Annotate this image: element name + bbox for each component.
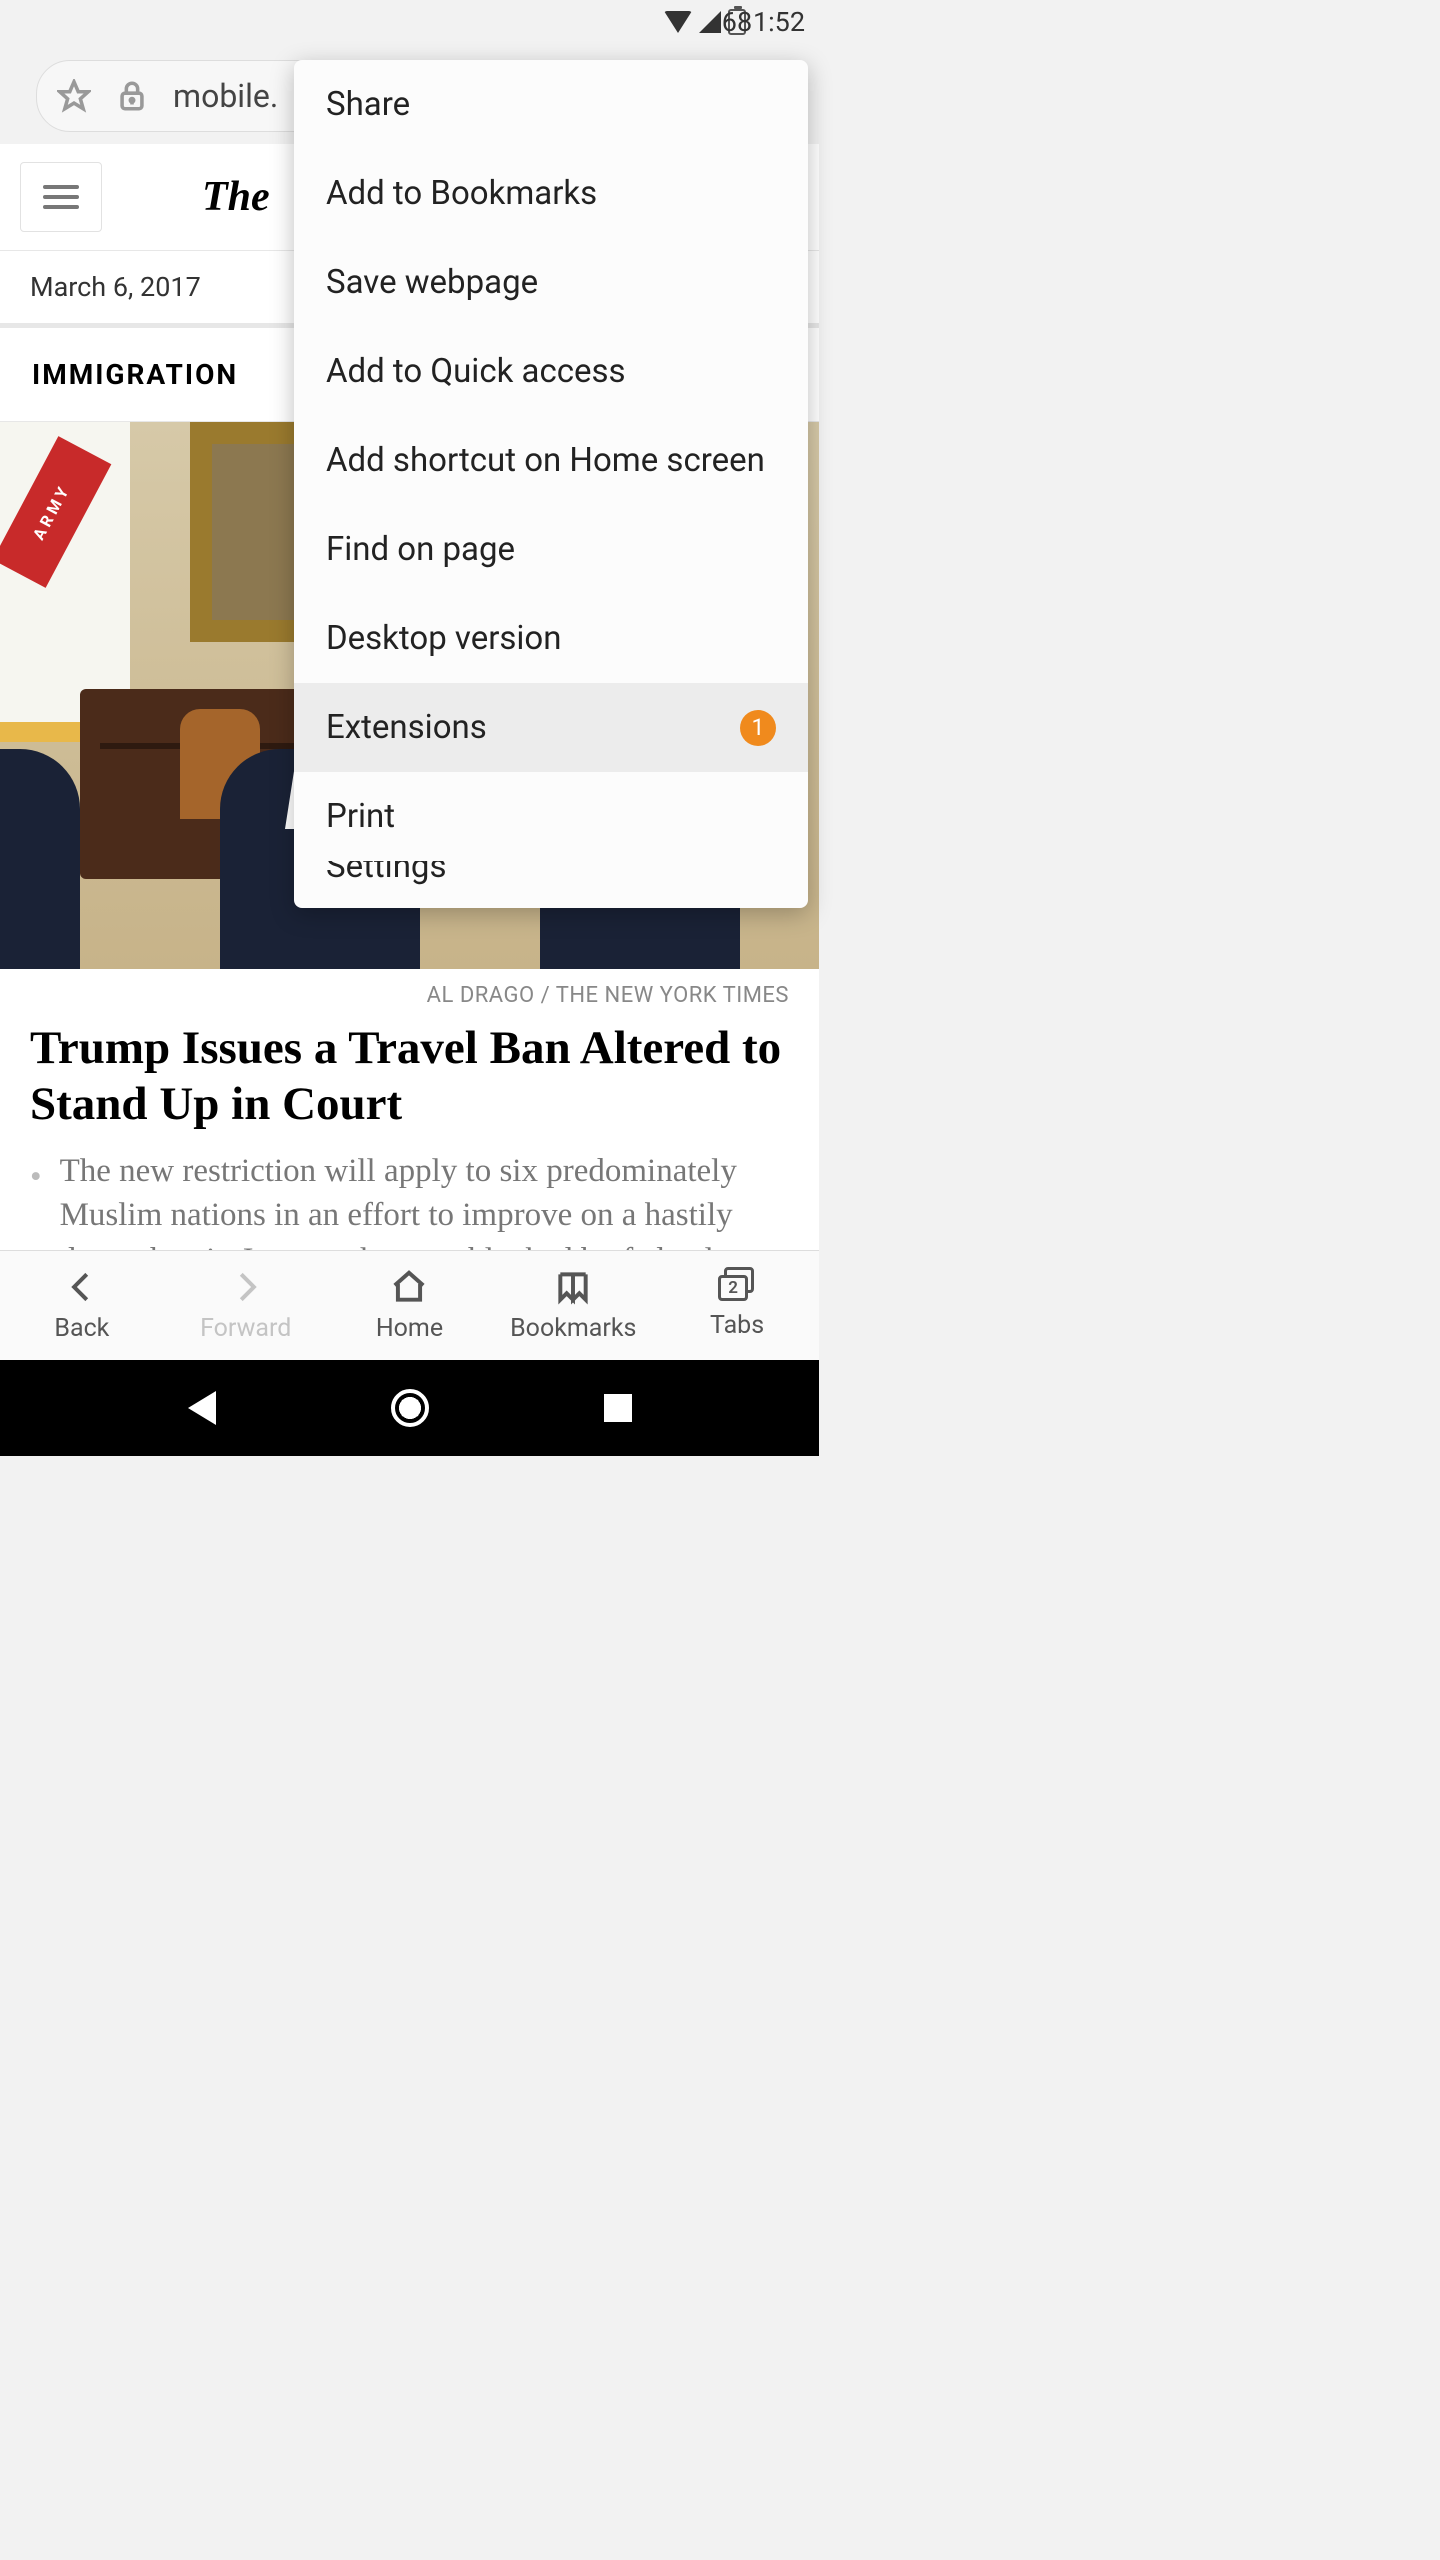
status-bar: 68 1:52 — [0, 0, 819, 44]
lock-icon — [115, 79, 149, 113]
chevron-right-icon — [227, 1268, 265, 1306]
signal-icon — [699, 11, 721, 33]
flag-text: ARMY — [0, 436, 111, 588]
system-recent-button[interactable] — [604, 1394, 632, 1422]
menu-item-quick-access[interactable]: Add to Quick access — [294, 327, 808, 416]
extensions-badge: 1 — [740, 710, 776, 746]
url-text[interactable]: mobile. — [173, 77, 278, 115]
star-icon[interactable] — [57, 79, 91, 113]
home-button[interactable]: Home — [328, 1251, 492, 1360]
menu-item-extensions[interactable]: Extensions 1 — [294, 683, 808, 772]
menu-item-home-shortcut[interactable]: Add shortcut on Home screen — [294, 416, 808, 505]
hamburger-button[interactable] — [20, 162, 102, 232]
system-home-button[interactable] — [391, 1389, 429, 1427]
menu-item-print[interactable]: Print — [294, 772, 808, 861]
photo-credit: AL DRAGO / THE NEW YORK TIMES — [0, 969, 819, 1016]
bookmarks-icon — [554, 1268, 592, 1306]
battery-icon: 68 — [728, 9, 746, 35]
tabs-button[interactable]: 2 Tabs — [655, 1251, 819, 1360]
menu-item-save-webpage[interactable]: Save webpage — [294, 238, 808, 327]
menu-item-settings[interactable]: Settings — [294, 861, 808, 908]
chevron-left-icon — [63, 1268, 101, 1306]
browser-toolbar: Back Forward Home Bookmarks 2 Tabs — [0, 1250, 819, 1360]
overflow-menu: Share Add to Bookmarks Save webpage Add … — [294, 60, 808, 908]
menu-item-find-on-page[interactable]: Find on page — [294, 505, 808, 594]
article-headline[interactable]: Trump Issues a Travel Ban Altered to Sta… — [0, 1016, 819, 1149]
system-nav-bar — [0, 1360, 819, 1456]
menu-item-share[interactable]: Share — [294, 60, 808, 149]
wifi-icon — [664, 11, 692, 33]
bookmarks-button[interactable]: Bookmarks — [491, 1251, 655, 1360]
menu-item-desktop-version[interactable]: Desktop version — [294, 594, 808, 683]
system-back-button[interactable] — [188, 1391, 216, 1425]
site-brand[interactable]: The — [202, 173, 270, 221]
status-time: 1:52 — [753, 6, 805, 38]
menu-item-add-bookmarks[interactable]: Add to Bookmarks — [294, 149, 808, 238]
home-icon — [390, 1268, 428, 1306]
back-button[interactable]: Back — [0, 1251, 164, 1360]
forward-button: Forward — [164, 1251, 328, 1360]
tabs-icon: 2 — [718, 1271, 756, 1303]
